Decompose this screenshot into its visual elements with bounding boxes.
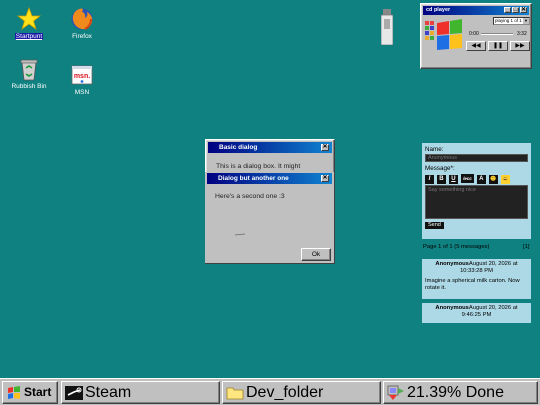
maximize-button[interactable]: □ — [512, 7, 519, 13]
firefox-icon — [71, 8, 93, 30]
usb-drive-icon[interactable] — [380, 9, 394, 46]
close-button[interactable]: ✕ — [520, 7, 527, 13]
desktop-icon-startpunt[interactable]: Startpunt — [9, 7, 49, 40]
windows-logo-icon — [8, 385, 20, 399]
comment-author: Anonymous — [435, 305, 469, 311]
emoji-button[interactable]: 🙂 — [488, 175, 498, 184]
mouse-cursor-icon — [234, 231, 246, 236]
close-button[interactable]: ✕ — [321, 175, 329, 182]
taskbar-item-steam[interactable]: Steam — [61, 381, 220, 404]
basic-dialog-titlebar[interactable]: Basic dialog ✕ — [208, 142, 332, 153]
pagination-text: Page 1 of 1 (5 messages) — [423, 244, 490, 250]
comment-time: 9:46:25 PM — [461, 312, 492, 318]
guestbook-form: Name: Anonymous Message*: I B U /ecc A 🙂… — [422, 143, 531, 239]
minimize-button[interactable]: _ — [504, 7, 511, 13]
bold-button[interactable]: B — [436, 175, 446, 184]
comment-author: Anonymous — [435, 261, 469, 267]
start-button[interactable]: Start — [2, 381, 58, 404]
desktop-icon-label: Startpunt — [14, 33, 44, 40]
taskbar: Start Steam Dev_folder 21.39% Done — [0, 378, 540, 405]
desktop-icon-label: MSN — [74, 89, 90, 96]
desktop-icon-rubbish-bin[interactable]: Rubbish Bin — [9, 57, 49, 90]
second-dialog-title: Dialog but another one — [218, 175, 289, 182]
taskbar-item-dev-folder[interactable]: Dev_folder — [222, 381, 381, 404]
time-current: 0:00 — [469, 31, 479, 37]
close-button[interactable]: ✕ — [321, 144, 329, 151]
comment-date: August 20, 2026 at — [468, 305, 518, 311]
cd-player-logo-icon — [425, 19, 463, 53]
format-toolbar: I B U /ecc A 🙂 😀 — [425, 174, 528, 184]
previous-button[interactable]: ◀◀ — [466, 41, 486, 51]
taskbar-item-label: 21.39% Done — [407, 384, 504, 401]
msn-icon: msn. — [71, 65, 93, 85]
name-input[interactable]: Anonymous — [425, 154, 528, 162]
taskbar-item-progress[interactable]: 21.39% Done — [383, 381, 538, 404]
start-label: Start — [24, 385, 52, 399]
message-textarea[interactable]: Say something nice — [425, 185, 528, 219]
comment-body: Imagine a spherical milk carton. Now rot… — [425, 278, 520, 291]
star-icon — [17, 7, 41, 31]
guestbook-comment: AnonymousAugust 20, 2026 at 10:33:28 PM … — [422, 259, 531, 299]
chevron-down-icon: ▼ — [523, 18, 529, 24]
taskbar-item-label: Steam — [85, 384, 132, 401]
recycle-bin-icon — [20, 59, 38, 81]
desktop-icon-firefox[interactable]: Firefox — [62, 7, 102, 40]
cd-player-window: cd player _ □ ✕ playing 1 of 1 ▼ 0:00 3:… — [420, 3, 532, 69]
usb-drive-graphic — [380, 9, 394, 46]
ok-button[interactable]: Ok — [301, 248, 331, 261]
emoji-picker-button[interactable]: 😀 — [500, 175, 510, 184]
cd-player-title: cd player — [426, 7, 451, 13]
second-dialog-text: Here's a second one :3 — [215, 193, 285, 200]
message-label: Message*: — [425, 165, 455, 172]
comment-time: 10:33:28 PM — [460, 268, 493, 274]
taskbar-item-label: Dev_folder — [246, 384, 324, 401]
send-button[interactable]: Send — [425, 222, 444, 229]
name-label: Name: — [425, 146, 444, 153]
italic-button[interactable]: I — [425, 175, 434, 184]
second-dialog-titlebar[interactable]: Dialog but another one ✕ — [207, 173, 332, 184]
seek-bar[interactable] — [481, 33, 513, 35]
second-dialog-window: Dialog but another one ✕ Here's a second… — [205, 172, 335, 264]
desktop-icon-msn[interactable]: msn. MSN — [62, 63, 102, 96]
basic-dialog-title: Basic dialog — [219, 144, 258, 151]
strike-button[interactable]: /ecc — [460, 174, 474, 183]
desktop-icon-label: Firefox — [72, 33, 92, 40]
steam-icon — [65, 385, 83, 400]
track-select[interactable]: playing 1 of 1 ▼ — [493, 17, 530, 25]
track-select-value: playing 1 of 1 — [495, 18, 522, 23]
cd-player-titlebar[interactable]: cd player _ □ ✕ — [423, 6, 529, 15]
comment-date: August 20, 2026 at — [468, 261, 518, 267]
underline-button[interactable]: U — [448, 175, 458, 184]
color-button[interactable]: A — [476, 175, 486, 184]
message-placeholder: Say something nice — [428, 187, 476, 193]
name-placeholder: Anonymous — [428, 155, 458, 161]
progress-icon — [387, 385, 404, 400]
guestbook-comment: AnonymousAugust 20, 2026 at 9:46:25 PM — [422, 303, 531, 323]
desktop-icon-label: Rubbish Bin — [11, 83, 47, 90]
next-button[interactable]: ▶▶ — [510, 41, 530, 51]
svg-text:msn.: msn. — [74, 73, 90, 80]
pause-button[interactable]: ❚❚ — [488, 41, 508, 51]
folder-icon — [226, 387, 244, 400]
time-total: 3:32 — [517, 31, 527, 37]
page-link[interactable]: [1] — [523, 244, 529, 250]
